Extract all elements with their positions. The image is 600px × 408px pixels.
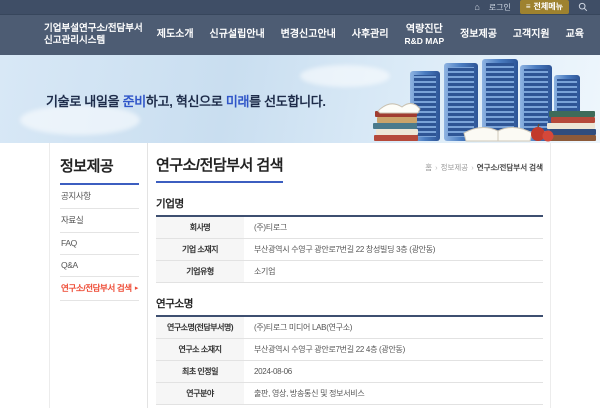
breadcrumb-item[interactable]: 연구소/전담부서 검색 bbox=[477, 163, 543, 172]
table-row: 기업유형소기업 bbox=[156, 261, 543, 283]
nav-item[interactable]: 역량진단R&D MAP bbox=[405, 24, 445, 46]
table-row: 연구소명(전담부서명)(주)티로그 미디어 LAB(연구소) bbox=[156, 316, 543, 339]
nav-item[interactable]: 교육 bbox=[566, 29, 584, 41]
site-logo-line1: 기업부설연구소/전담부서 bbox=[44, 23, 143, 35]
row-value: (주)티로그 미디어 LAB(연구소) bbox=[244, 316, 543, 339]
sidebar-item-label: 자료실 bbox=[61, 214, 83, 226]
table-row: 최초 인정일2024-08-06 bbox=[156, 361, 543, 383]
content-wrapper: 정보제공 공지사항▸자료실▸FAQ▸Q&A▸연구소/전담부서 검색▸ 연구소/전… bbox=[49, 143, 551, 408]
main-nav-bar: 기업부설연구소/전담부서 신고관리시스템 제도소개 신규설립안내 변경신고안내 사후관… bbox=[0, 14, 600, 55]
detail-sections: 기업명회사명(주)티로그기업 소재지부산광역시 수영구 광안로7번길 22 창성… bbox=[156, 196, 543, 405]
active-arrow-icon: ▸ bbox=[135, 284, 138, 292]
table-row: 회사명(주)티로그 bbox=[156, 216, 543, 239]
slogan-highlight: 미래 bbox=[226, 94, 249, 109]
sidebar-item[interactable]: 자료실▸ bbox=[60, 209, 139, 233]
site-logo-line2: 신고관리시스템 bbox=[44, 35, 143, 47]
nav-item[interactable]: 제도소개 bbox=[157, 29, 194, 41]
breadcrumb-separator: › bbox=[471, 163, 474, 172]
slogan-text: 를 선도합니다. bbox=[249, 94, 326, 109]
nav-item[interactable]: 사후관리 bbox=[352, 29, 389, 41]
sidebar-item-label: FAQ bbox=[61, 238, 77, 248]
server-books-illustration bbox=[372, 55, 600, 143]
detail-table: 연구소명(전담부서명)(주)티로그 미디어 LAB(연구소)연구소 소재지부산광… bbox=[156, 315, 543, 405]
nav-item[interactable]: 신규설립안내 bbox=[210, 29, 265, 41]
row-value: 부산광역시 수영구 광안로7번길 22 4층 (광안동) bbox=[244, 339, 543, 361]
slogan-text: 기술로 내일을 bbox=[46, 94, 123, 109]
utility-bar: ⌂ 로그인 ≡ 전체메뉴 bbox=[0, 0, 600, 14]
row-label: 최초 인정일 bbox=[156, 361, 244, 383]
section-heading: 기업명 bbox=[156, 196, 543, 211]
sidebar: 정보제공 공지사항▸자료실▸FAQ▸Q&A▸연구소/전담부서 검색▸ bbox=[50, 143, 148, 408]
row-label: 회사명 bbox=[156, 216, 244, 239]
sidebar-item-label: 연구소/전담부서 검색 bbox=[61, 282, 132, 294]
detail-table: 회사명(주)티로그기업 소재지부산광역시 수영구 광안로7번길 22 창성빌딩 … bbox=[156, 215, 543, 283]
banner-slogan: 기술로 내일을 준비하고, 혁신으로 미래를 선도합니다. bbox=[46, 91, 326, 110]
row-value: (주)티로그 bbox=[244, 216, 543, 239]
sidebar-item-label: 공지사항 bbox=[61, 190, 91, 202]
login-link[interactable]: 로그인 bbox=[489, 2, 511, 13]
page-title: 연구소/전담부서 검색 bbox=[156, 154, 283, 183]
sidebar-item[interactable]: 연구소/전담부서 검색▸ bbox=[60, 277, 139, 301]
hero-banner: 기술로 내일을 준비하고, 혁신으로 미래를 선도합니다. bbox=[0, 55, 600, 143]
row-label: 연구소 소재지 bbox=[156, 339, 244, 361]
main-content: 연구소/전담부서 검색 홈›정보제공›연구소/전담부서 검색 기업명회사명(주)… bbox=[148, 143, 550, 408]
row-value: 부산광역시 수영구 광안로7번길 22 창성빌딩 3층 (광안동) bbox=[244, 239, 543, 261]
breadcrumb-separator: › bbox=[435, 163, 438, 172]
slogan-text: 하고, 혁신으로 bbox=[146, 94, 226, 109]
row-label: 연구소명(전담부서명) bbox=[156, 316, 244, 339]
row-label: 연구분야 bbox=[156, 383, 244, 405]
row-value: 소기업 bbox=[244, 261, 543, 283]
breadcrumb-item[interactable]: 홈 bbox=[425, 163, 432, 172]
hamburger-icon: ≡ bbox=[526, 2, 531, 11]
row-label: 기업 소재지 bbox=[156, 239, 244, 261]
sidebar-menu: 공지사항▸자료실▸FAQ▸Q&A▸연구소/전담부서 검색▸ bbox=[60, 185, 139, 301]
section-heading: 연구소명 bbox=[156, 296, 543, 311]
site-logo[interactable]: 기업부설연구소/전담부서 신고관리시스템 bbox=[44, 23, 143, 48]
sidebar-item[interactable]: 공지사항▸ bbox=[60, 185, 139, 209]
search-icon[interactable] bbox=[578, 2, 588, 12]
row-value: 2024-08-06 bbox=[244, 361, 543, 383]
sidebar-item[interactable]: Q&A▸ bbox=[60, 255, 139, 277]
nav-item[interactable]: 정보제공 bbox=[460, 29, 497, 41]
table-row: 연구분야출판, 영상, 방송통신 및 정보서비스 bbox=[156, 383, 543, 405]
sidebar-item[interactable]: FAQ▸ bbox=[60, 233, 139, 255]
row-label: 기업유형 bbox=[156, 261, 244, 283]
nav-item[interactable]: 변경신고안내 bbox=[281, 29, 336, 41]
nav-item-subline: R&D MAP bbox=[405, 36, 445, 46]
main-nav: 제도소개 신규설립안내 변경신고안내 사후관리 역량진단R&D MAP 정보제공 고객지원 교… bbox=[157, 24, 584, 46]
nav-item[interactable]: 고객지원 bbox=[513, 29, 550, 41]
breadcrumb: 홈›정보제공›연구소/전담부서 검색 bbox=[425, 162, 543, 173]
all-menu-label: 전체메뉴 bbox=[534, 1, 563, 12]
all-menu-button[interactable]: ≡ 전체메뉴 bbox=[520, 0, 569, 14]
slogan-highlight: 준비 bbox=[123, 94, 146, 109]
table-row: 연구소 소재지부산광역시 수영구 광안로7번길 22 4층 (광안동) bbox=[156, 339, 543, 361]
sidebar-title: 정보제공 bbox=[60, 155, 139, 185]
sidebar-item-label: Q&A bbox=[61, 260, 78, 270]
breadcrumb-item[interactable]: 정보제공 bbox=[441, 163, 469, 172]
row-value: 출판, 영상, 방송통신 및 정보서비스 bbox=[244, 383, 543, 405]
table-row: 기업 소재지부산광역시 수영구 광안로7번길 22 창성빌딩 3층 (광안동) bbox=[156, 239, 543, 261]
home-icon[interactable]: ⌂ bbox=[474, 3, 479, 12]
